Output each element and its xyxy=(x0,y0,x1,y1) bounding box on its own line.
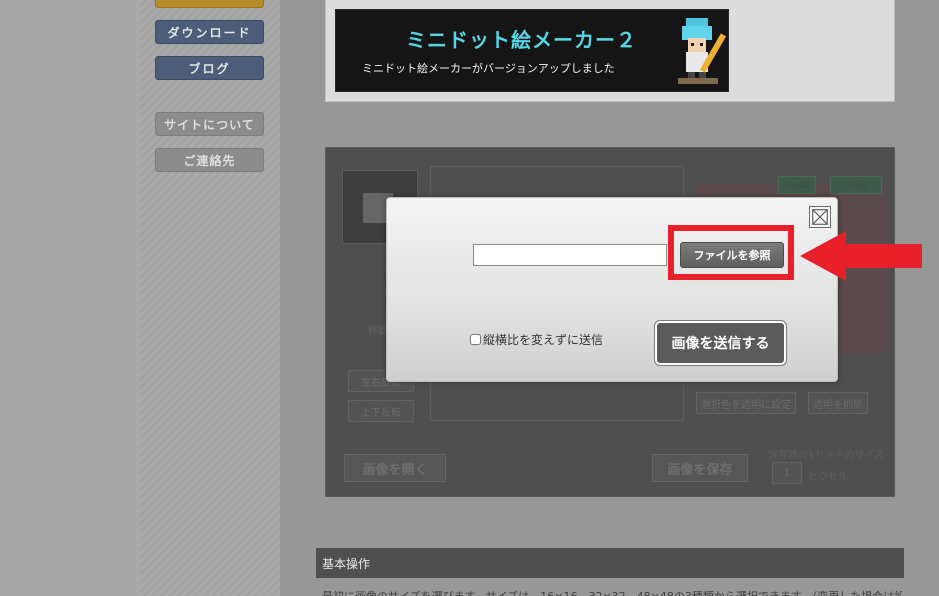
open-image-button[interactable]: 画像を開く xyxy=(344,454,446,482)
send-image-button[interactable]: 画像を送信する xyxy=(654,320,787,366)
keep-ratio-option[interactable]: 縦横比を変えずに送信 xyxy=(470,331,603,348)
pixel-character-icon xyxy=(678,18,726,84)
sidebar-item-contact[interactable]: ご連絡先 xyxy=(155,148,264,172)
redo-button[interactable]: redo xyxy=(830,176,882,194)
banner-link[interactable]: ミニドット絵メーカー２ ミニドット絵メーカーがバージョンアップしました xyxy=(335,9,729,92)
highlight-frame xyxy=(668,225,794,280)
keep-ratio-label: 縦横比を変えずに送信 xyxy=(483,333,604,347)
sidebar-item-blog[interactable]: ブログ xyxy=(155,56,264,80)
move-label: 移動 xyxy=(368,326,388,337)
dot-size-input[interactable]: 1 xyxy=(772,462,802,484)
section-header: 基本操作 xyxy=(316,548,904,578)
sidebar-item-download[interactable]: ダウンロード xyxy=(155,20,264,44)
section-body-text: 最初に画像のサイズを選びます。サイズは、16×16、32×32、48×48の3種… xyxy=(322,588,902,596)
dot-size-unit: ピクセル xyxy=(808,472,848,483)
undo-button[interactable]: undo xyxy=(778,176,816,194)
sidebar-item-top[interactable] xyxy=(155,0,264,8)
file-path-input[interactable] xyxy=(473,244,667,266)
sidebar-item-about[interactable]: サイトについて xyxy=(155,112,264,136)
banner-title: ミニドット絵メーカー２ xyxy=(406,28,637,52)
delete-transparent-button[interactable]: 透明を削除 xyxy=(808,392,868,414)
flip-vertical-button[interactable]: 上下反転 xyxy=(348,400,414,422)
close-box-icon[interactable] xyxy=(809,206,831,228)
set-transparent-button[interactable]: 選択色を透明に設定 xyxy=(696,392,796,414)
left-arrow-icon xyxy=(800,231,922,281)
keep-ratio-checkbox[interactable] xyxy=(470,334,481,345)
dot-size-label: 保存時の1ドットのサイズ xyxy=(768,450,885,461)
banner-subtitle: ミニドット絵メーカーがバージョンアップしました xyxy=(362,62,615,75)
sidebar xyxy=(140,0,280,596)
save-image-button[interactable]: 画像を保存 xyxy=(652,454,748,482)
